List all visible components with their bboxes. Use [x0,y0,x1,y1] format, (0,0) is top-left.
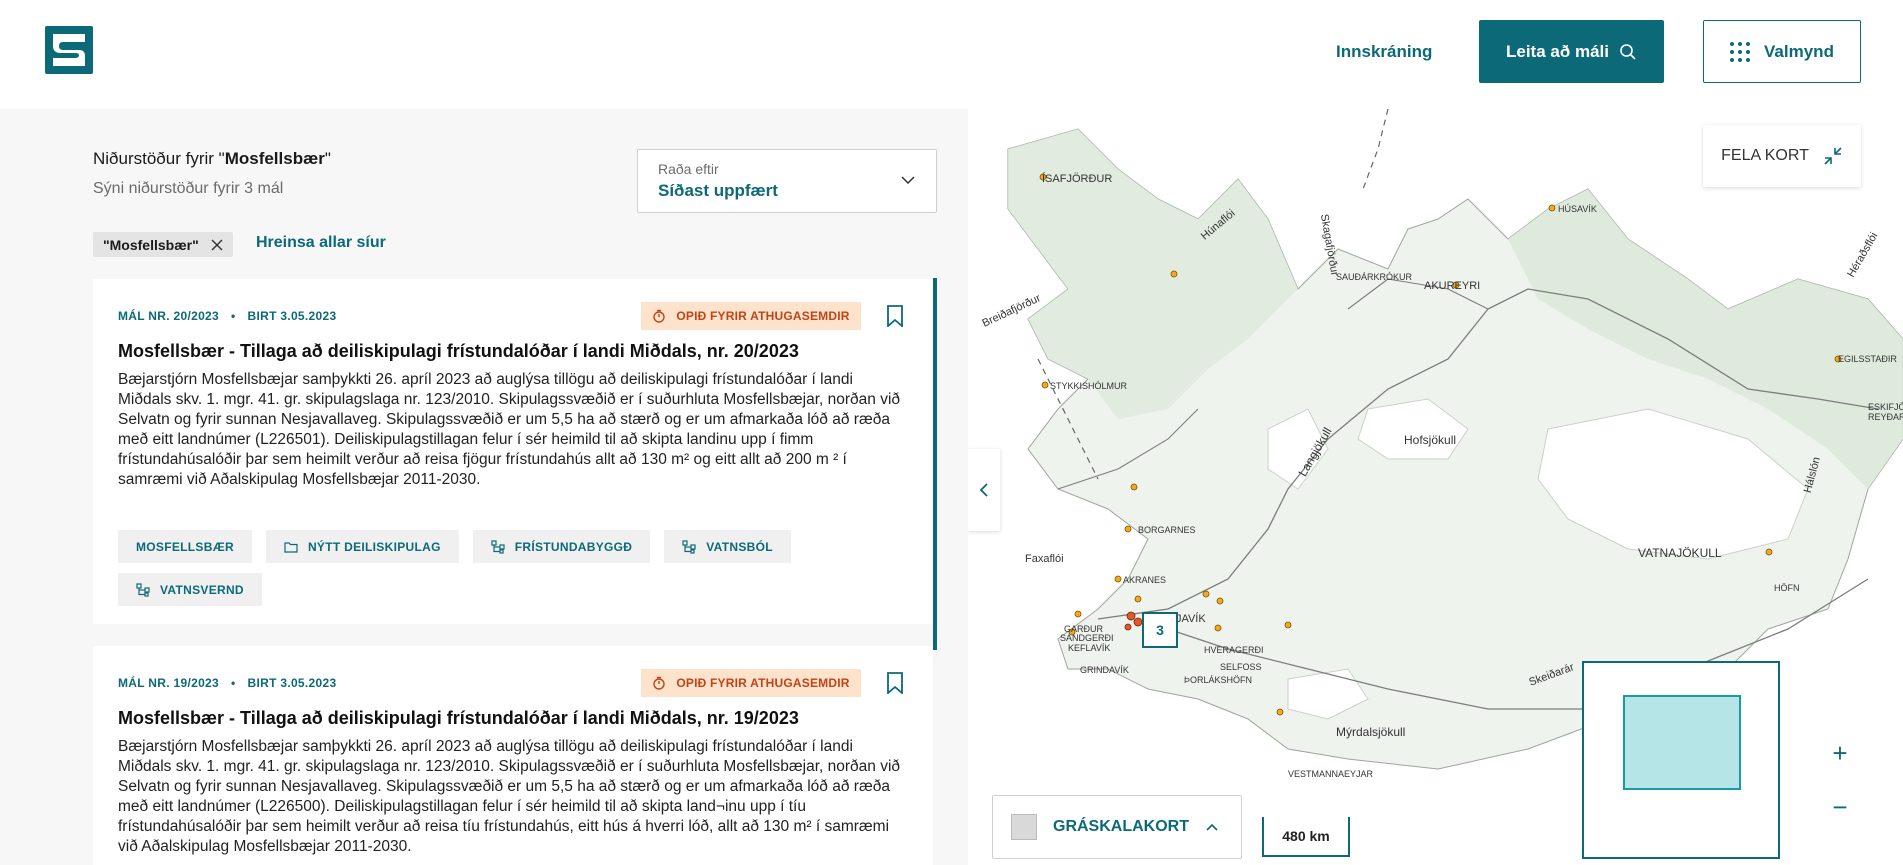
map-panel[interactable]: ÍSAFJÖRÐUR Húnaflói Skagafjörður SAUÐÁRK… [968,109,1903,865]
status-label: OPIÐ FYRIR ATHUGASEMDIR [676,676,850,690]
map-label: GRINDAVÍK [1080,665,1129,675]
map-label: HÚSAVÍK [1558,204,1597,214]
published-date: BIRT 3.05.2023 [247,309,337,323]
map-label: SANDGERÐI [1060,633,1114,643]
folder-icon [284,541,298,553]
results-panel: Niðurstöður fyrir "Mosfellsbær" Sýni nið… [0,109,968,865]
case-title[interactable]: Mosfellsbær - Tillaga að deiliskipulagi … [118,341,799,362]
tag-category[interactable]: VATNSBÓL [664,530,791,563]
menu-button[interactable]: Valmynd [1703,20,1861,83]
collapse-arrows-icon [1824,147,1842,165]
logo-mark-icon [53,34,85,66]
search-case-label: Leita að máli [1506,41,1609,61]
scrollbar-thumb[interactable] [933,278,937,650]
hide-map-button[interactable]: FELA KORT [1703,125,1861,187]
map-cluster-marker[interactable]: 3 [1142,612,1178,648]
site-header: Innskráning Leita að máli Valmynd [0,0,1903,109]
map-label: VESTMANNAEYJAR [1288,769,1374,779]
collapse-panel-button[interactable] [968,449,1000,531]
map-label: Hofsjökull [1404,433,1457,447]
map-label: REYÐARFJÖRÐUR [1868,412,1903,422]
meta-separator: • [231,309,236,323]
map-label: Mýrdalsjökull [1336,725,1406,739]
case-card[interactable]: MÁL NR. 20/2023 • BIRT 3.05.2023 OPIÐ FY… [93,279,933,624]
grid-menu-icon [1730,41,1751,62]
map-scale: 480 km [1262,817,1350,857]
sort-label: Raða eftir [658,161,719,177]
hierarchy-icon [136,582,150,597]
chevron-down-icon [901,176,915,185]
tag-plan-type[interactable]: NÝTT DEILISKIPULAG [265,530,459,563]
bookmark-icon[interactable] [886,305,904,327]
status-label: OPIÐ FYRIR ATHUGASEMDIR [676,309,850,323]
meta-separator: • [231,676,236,690]
chevron-up-icon [1206,823,1218,831]
hierarchy-icon [682,539,696,554]
zoom-out-button[interactable]: − [1814,781,1866,833]
map-label: BORGARNES [1138,525,1196,535]
hierarchy-icon [491,539,505,554]
filter-chip[interactable]: "Mosfellsbær" [93,232,233,257]
overview-extent [1623,695,1741,790]
results-query: Mosfellsbær [224,149,325,168]
case-meta: MÁL NR. 19/2023 • BIRT 3.05.2023 [118,676,336,690]
login-link[interactable]: Innskráning [1336,42,1432,62]
map-label: AKUREYRI [1424,280,1481,292]
case-number: MÁL NR. 19/2023 [118,676,219,690]
results-count: Sýni niðurstöður fyrir 3 mál [93,180,284,197]
filter-chip-label: "Mosfellsbær" [103,236,199,253]
tag-municipality[interactable]: MOSFELLSBÆR [118,530,252,563]
case-meta: MÁL NR. 20/2023 • BIRT 3.05.2023 [118,309,336,323]
case-description: Bæjarstjórn Mosfellsbæjar samþykkti 26. … [118,371,901,488]
published-date: BIRT 3.05.2023 [247,676,337,690]
map-label: SAUÐÁRKRÓKUR [1336,272,1413,282]
basemap-thumbnail [1011,814,1037,840]
close-icon[interactable] [211,239,223,251]
timer-icon [653,309,666,323]
sort-dropdown[interactable]: Raða eftir Síðast uppfært [637,149,937,213]
map-label: ESKIFJÖRÐUR [1868,402,1903,412]
map-label: HÖFN [1774,583,1800,593]
map-label: VATNAJÖKULL [1638,546,1722,560]
zoom-in-button[interactable]: + [1814,727,1866,779]
overview-map[interactable] [1582,661,1780,859]
tag-category[interactable]: VATNSVERND [118,573,262,606]
tag-list: MOSFELLSBÆR NÝTT DEILISKIPULAG FRÍSTUNDA… [118,530,908,606]
map-label: HVERAGERÐI [1204,645,1264,655]
results-title: Niðurstöður fyrir "Mosfellsbær" [93,149,331,168]
case-title[interactable]: Mosfellsbær - Tillaga að deiliskipulagi … [118,708,799,729]
map-label: SELFOSS [1220,662,1262,672]
map-label: KEFLAVÍK [1068,643,1111,653]
menu-label: Valmynd [1764,41,1834,61]
map-label: AKRANES [1123,575,1167,585]
search-case-button[interactable]: Leita að máli [1479,20,1664,83]
hide-map-label: FELA KORT [1721,147,1809,164]
search-icon [1620,43,1636,60]
basemap-label: GRÁSKALAKORT [1053,818,1189,835]
map-label: Faxaflói [1025,553,1064,565]
case-description: Bæjarstjórn Mosfellsbæjar samþykkti 26. … [118,738,901,855]
tag-category[interactable]: FRÍSTUNDABYGGÐ [472,530,651,563]
map-label: EGILSSTAÐIR [1838,354,1897,364]
sort-value: Síðast uppfært [658,181,778,200]
case-card[interactable]: MÁL NR. 19/2023 • BIRT 3.05.2023 OPIÐ FY… [93,646,933,865]
status-badge: OPIÐ FYRIR ATHUGASEMDIR [641,669,861,697]
case-number: MÁL NR. 20/2023 [118,309,219,323]
status-badge: OPIÐ FYRIR ATHUGASEMDIR [641,302,861,330]
clear-filters-link[interactable]: Hreinsa allar síur [256,234,386,252]
site-logo[interactable] [45,26,93,74]
map-label: STYKKISHÓLMUR [1050,381,1128,391]
timer-icon [653,676,666,690]
chevron-left-icon [979,483,988,497]
map-label: ÞORLÁKSHÖFN [1184,675,1253,685]
map-label: ÍSAFJÖRÐUR [1042,173,1113,185]
bookmark-icon[interactable] [886,672,904,694]
basemap-selector[interactable]: GRÁSKALAKORT [992,795,1242,859]
